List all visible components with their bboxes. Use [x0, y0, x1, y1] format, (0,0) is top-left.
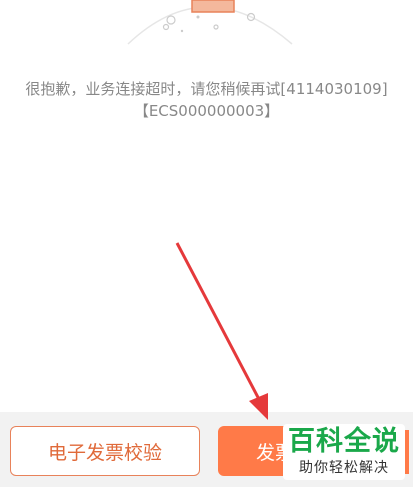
error-code: 【ECS000000003】: [133, 102, 280, 120]
error-message-text: 很抱歉，业务连接超时，请您稍候再试[4114030109]: [25, 80, 388, 98]
watermark-subtitle: 助你轻松解决: [299, 460, 389, 476]
e-invoice-verify-button[interactable]: 电子发票校验: [10, 426, 200, 476]
watermark-title: 百科全说: [288, 426, 400, 457]
button-edge: [405, 430, 409, 474]
error-message: 很抱歉，业务连接超时，请您稍候再试[4114030109] 【ECS000000…: [10, 78, 403, 122]
error-illustration: [127, 0, 293, 45]
watermark-logo: 百科全说 助你轻松解决: [283, 424, 405, 480]
